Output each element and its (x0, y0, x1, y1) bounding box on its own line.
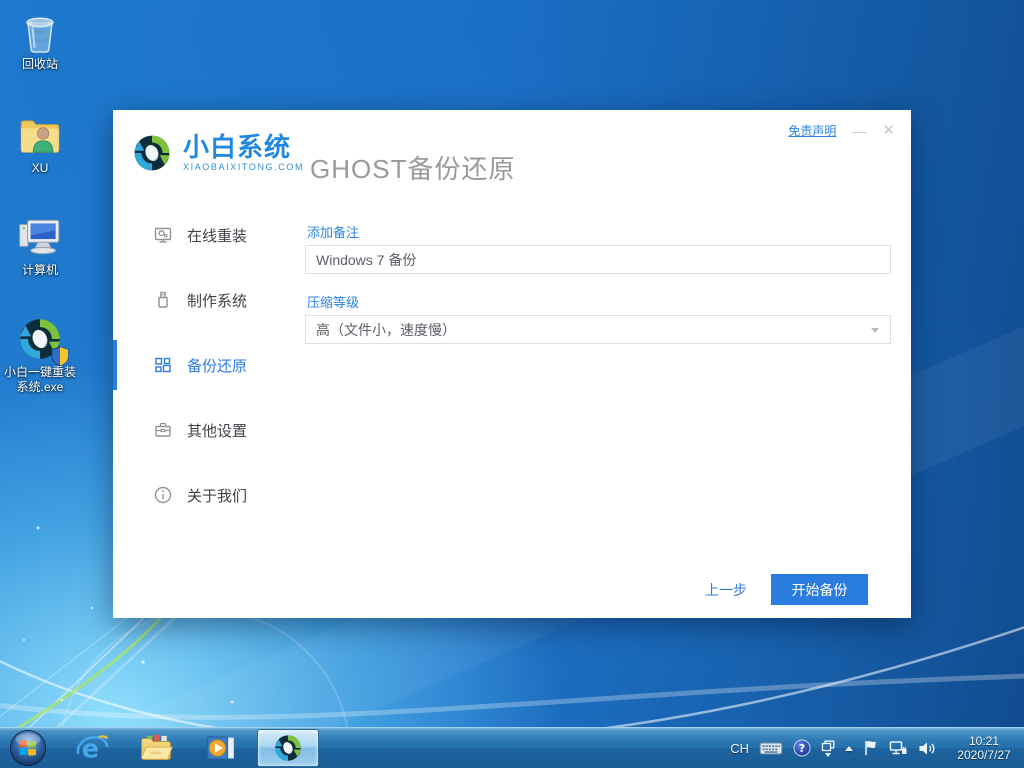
keyboard-icon[interactable] (759, 741, 783, 756)
sidebar-item-online-reinstall[interactable]: 在线重装 (113, 215, 303, 255)
xiaobai-logo-icon (130, 131, 174, 175)
xiaobai-ghost-backup-window: 免责声明 — ✕ 小白系统 XIAOBAIXITONG.COM GHOST备份还… (113, 110, 911, 618)
media-player-icon (203, 731, 237, 765)
sidebar-item-label: 关于我们 (187, 487, 248, 505)
clock-time: 10:21 (968, 734, 1000, 748)
backup-form: 添加备注 压缩等级 高（文件小，速度慢） 上一步 开始备份 (305, 110, 891, 618)
network-icon[interactable] (889, 740, 908, 757)
sidebar-item-make-system[interactable]: 制作系统 (113, 280, 303, 320)
note-label: 添加备注 (307, 225, 360, 240)
brand-block: 小白系统 XIAOBAIXITONG.COM (183, 133, 304, 172)
help-icon[interactable]: ? (793, 739, 811, 757)
desktop-icon-label: XU (31, 161, 49, 175)
sidebar-item-label: 制作系统 (187, 292, 248, 310)
sidebar-item-backup-restore[interactable]: 备份还原 (113, 340, 303, 390)
compress-level-label: 压缩等级 (307, 295, 360, 310)
svg-text:?: ? (799, 742, 805, 755)
sidebar-item-label: 其他设置 (187, 422, 248, 440)
chevron-down-icon (825, 752, 831, 757)
monitor-reinstall-icon (154, 227, 172, 243)
internet-explorer-icon (75, 731, 109, 765)
recycle-bin-icon (16, 8, 64, 56)
desktop-icon-recycle-bin[interactable]: 回收站 (2, 8, 78, 71)
sidebar-item-other-settings[interactable]: 其他设置 (113, 410, 303, 450)
brand-name: 小白系统 (183, 132, 292, 162)
desktop-icon-xu-folder[interactable]: XU (2, 110, 78, 175)
backup-note-input[interactable] (305, 245, 891, 274)
taskbar-ie-button[interactable] (72, 728, 112, 768)
desktop-icon-label: 计算机 (21, 263, 58, 277)
desktop-icon-xiaobai-app[interactable]: 小白一键重装 系统.exe (2, 314, 78, 394)
sidebar-item-about-us[interactable]: 关于我们 (113, 475, 303, 515)
compress-level-select[interactable]: 高（文件小，速度慢） (305, 315, 891, 344)
xiaobai-logo-icon (272, 732, 304, 764)
taskbar: CH ? 10:21 2020/7/27 (0, 727, 1024, 768)
sidebar: 在线重装 制作系统 备份还原 其他设置 关于我们 (113, 215, 303, 540)
ime-indicator[interactable]: CH (730, 741, 749, 756)
volume-icon[interactable] (918, 741, 936, 756)
taskbar-xiaobai-button[interactable] (257, 729, 319, 767)
system-tray: CH ? 10:21 2020/7/27 (730, 734, 1024, 762)
clock-date: 2020/7/27 (957, 748, 1011, 762)
taskbar-explorer-button[interactable] (136, 728, 176, 768)
show-hidden-icons-button[interactable] (845, 745, 853, 751)
computer-icon (15, 212, 65, 262)
usb-drive-icon (158, 291, 168, 308)
user-folder-icon (15, 110, 65, 160)
action-center-flag-icon[interactable] (863, 739, 879, 757)
grid-blocks-icon (155, 357, 171, 373)
sidebar-item-label: 在线重装 (187, 227, 248, 245)
desktop-icon-label: 小白一键重装 (3, 365, 76, 379)
desktop: 回收站 XU 计算机 小白一键重装 系统.exe 免责声明 — ✕ 小白系统 X… (0, 0, 1024, 768)
folder-icon (138, 730, 174, 766)
info-icon (154, 486, 172, 504)
compress-level-value: 高（文件小，速度慢） (316, 321, 456, 338)
desktop-icon-computer[interactable]: 计算机 (2, 212, 78, 277)
clock[interactable]: 10:21 2020/7/27 (950, 734, 1018, 762)
brand-domain: XIAOBAIXITONG.COM (183, 162, 305, 172)
chevron-down-icon (871, 328, 879, 333)
desktop-icon-label-line2: 系统.exe (16, 380, 64, 394)
start-backup-button[interactable]: 开始备份 (771, 574, 868, 605)
taskbar-media-player-button[interactable] (200, 728, 240, 768)
uac-shield-icon (51, 346, 69, 366)
previous-step-button[interactable]: 上一步 (705, 580, 747, 600)
start-button[interactable] (8, 728, 48, 768)
briefcase-icon (155, 422, 171, 437)
sidebar-item-label: 备份还原 (187, 357, 248, 375)
form-footer: 上一步 开始备份 (705, 574, 868, 605)
desktop-icon-label: 回收站 (21, 57, 58, 71)
language-bar-restore-icon[interactable] (821, 740, 835, 757)
windows-orb-icon (9, 729, 47, 767)
